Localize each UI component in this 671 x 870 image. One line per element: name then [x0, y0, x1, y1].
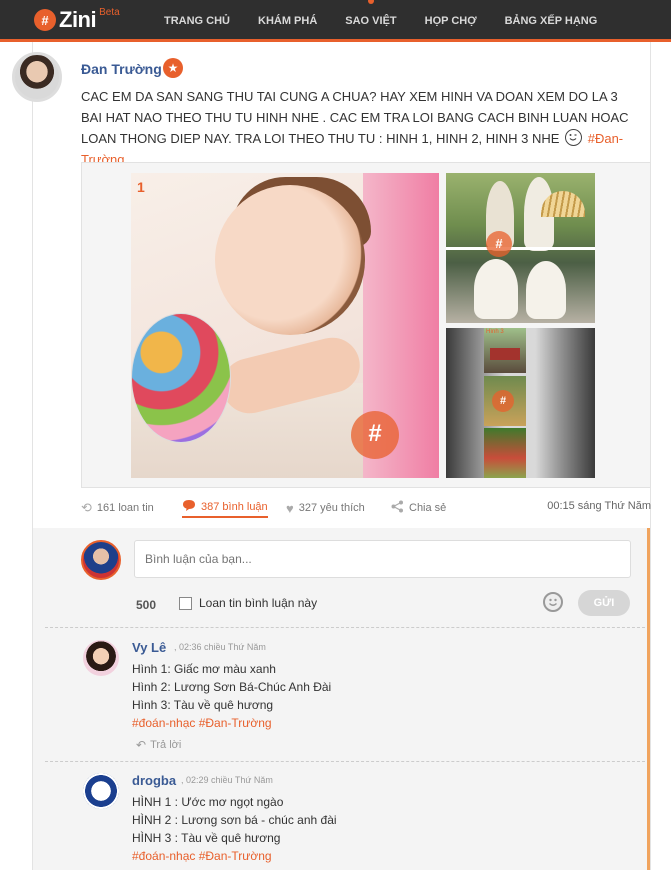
author-avatar[interactable]	[12, 52, 62, 102]
commenter-name[interactable]: drogba	[132, 773, 176, 788]
zini-logo[interactable]: # Zini Beta	[34, 6, 120, 34]
comment-line: HÌNH 3 : Tàu về quê hương	[132, 831, 281, 845]
reply-arrow-icon: ↶	[136, 738, 147, 752]
comment-item: Vy Lê , 02:36 chiều Thứ Năm Hình 1: Giấc…	[81, 640, 641, 760]
like-button[interactable]: ♥ 327 yêu thích	[286, 498, 365, 518]
post-text: CAC EM DA SAN SANG THU TAI CUNG A CHUA? …	[81, 86, 641, 170]
comment-hashtags[interactable]: #đoán-nhạc #Đan-Trường	[132, 849, 272, 863]
image-flower-frame	[484, 428, 526, 478]
comment-line: Hình 2: Lương Sơn Bá-Chúc Anh Đài	[132, 680, 332, 694]
nav-item-home[interactable]: TRANG CHỦ	[150, 0, 244, 42]
reshare-button[interactable]: ⟲ 161 loan tin	[81, 498, 154, 518]
main-nav: TRANG CHỦ KHÁM PHÁ SAO VIỆT HỌP CHỢ BẢNG…	[150, 0, 611, 42]
comment-divider	[45, 627, 645, 628]
comment-time: , 02:36 chiều Thứ Năm	[174, 642, 266, 652]
logo-text: Zini	[59, 7, 97, 32]
image-separator	[446, 247, 595, 250]
post-media: # 1 # Hình 3 #	[81, 162, 651, 488]
image-number-small: Hình 3	[486, 329, 504, 335]
reshare-icon: ⟲	[81, 500, 92, 515]
post-timestamp: 00:15 sáng Thứ Năm	[547, 500, 651, 512]
image-candy-bubble	[131, 313, 231, 443]
send-comment-button[interactable]: GỬI	[578, 590, 630, 616]
reshare-count: 161 loan tin	[96, 502, 154, 514]
emoji-picker-icon[interactable]	[543, 592, 563, 612]
reply-button[interactable]: ↶ Trả lời	[136, 738, 181, 752]
nav-item-celebrities[interactable]: SAO VIỆT	[331, 0, 410, 42]
image-3-train-collage[interactable]: Hình 3 #	[446, 328, 595, 478]
comment-item: drogba , 02:29 chiều Thứ Năm HÌNH 1 : Ướ…	[81, 773, 641, 868]
comment-line: HÌNH 1 : Ước mơ ngọt ngào	[132, 795, 284, 809]
image-2-opera-scene[interactable]: #	[446, 173, 595, 323]
comment-line: Hình 3: Tàu về quê hương	[132, 698, 274, 712]
post-stats-bar: ⟲ 161 loan tin 387 bình luận ♥ 327 yêu t…	[81, 498, 651, 518]
share-label: Chia sẻ	[409, 502, 447, 514]
zini-watermark-icon: #	[351, 411, 399, 459]
comments-section: 500 Loan tin bình luận này GỬI Vy Lê , 0…	[33, 528, 650, 870]
comment-bubble-icon	[182, 499, 196, 515]
reply-label: Trả lời	[150, 739, 182, 751]
author-name[interactable]: Đan Trường	[81, 61, 162, 77]
nav-item-market[interactable]: HỌP CHỢ	[411, 0, 491, 42]
top-navigation-bar: # Zini Beta TRANG CHỦ KHÁM PHÁ SAO VIỆT …	[0, 0, 671, 42]
comment-hashtags[interactable]: #đoán-nhạc #Đan-Trường	[132, 716, 272, 730]
post-body: CAC EM DA SAN SANG THU TAI CUNG A CHUA? …	[81, 89, 629, 146]
image-baby-face	[215, 185, 365, 335]
logo-beta-label: Beta	[99, 7, 120, 18]
commenter-name[interactable]: Vy Lê	[132, 640, 166, 655]
nav-item-rankings[interactable]: BẢNG XẾP HẠNG	[491, 0, 612, 42]
zini-watermark-icon: #	[492, 390, 514, 412]
share-icon	[391, 500, 404, 516]
image-train	[490, 348, 520, 360]
reshare-comment-toggle[interactable]: Loan tin bình luận này	[179, 596, 317, 610]
image-figure	[526, 261, 566, 319]
current-user-avatar	[81, 540, 121, 580]
share-button[interactable]: Chia sẻ	[391, 498, 446, 518]
like-count: 327 yêu thích	[298, 502, 365, 514]
comment-time: , 02:29 chiều Thứ Năm	[181, 775, 273, 785]
comment-divider	[45, 761, 645, 762]
zini-logo-icon: #	[34, 9, 56, 31]
comment-input[interactable]	[134, 540, 631, 578]
verified-star-icon: ★	[163, 58, 183, 78]
image-figure	[474, 259, 518, 319]
commenter-avatar[interactable]	[83, 640, 119, 676]
image-number: 1	[137, 179, 145, 195]
comment-count: 387 bình luận	[201, 501, 268, 513]
image-1-baby-sleeping[interactable]: # 1	[131, 173, 439, 478]
char-counter: 500	[136, 598, 157, 612]
reshare-checkbox[interactable]	[179, 596, 192, 610]
reshare-checkbox-label: Loan tin bình luận này	[199, 596, 318, 610]
heart-icon: ♥	[286, 500, 294, 516]
comments-button[interactable]: 387 bình luận	[182, 498, 268, 518]
commenter-avatar[interactable]	[83, 773, 119, 809]
comment-line: Hình 1: Giấc mơ màu xanh	[132, 662, 276, 676]
nav-item-explore[interactable]: KHÁM PHÁ	[244, 0, 331, 42]
comment-line: HÌNH 2 : Lương sơn bá - chúc anh đài	[132, 813, 337, 827]
zini-watermark-icon: #	[486, 231, 512, 257]
wink-smiley-icon	[565, 129, 583, 146]
